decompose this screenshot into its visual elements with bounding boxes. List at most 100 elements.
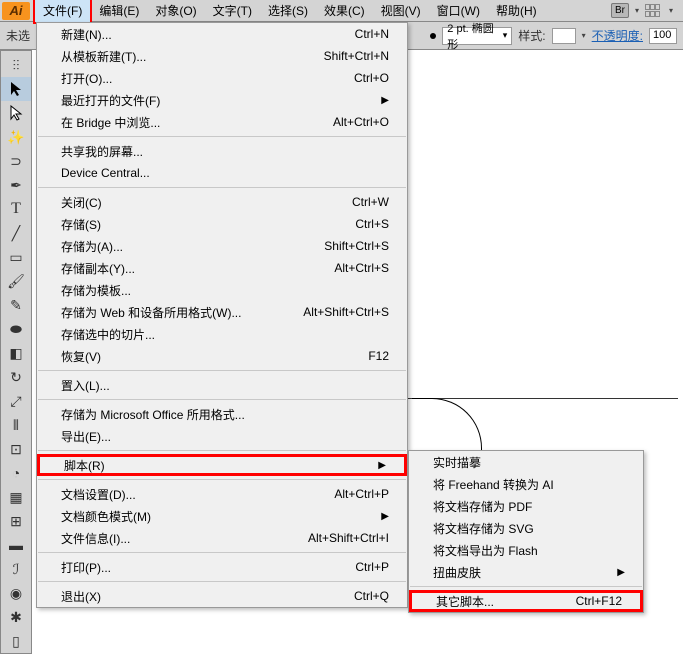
width-tool[interactable]: ⫴ [1,413,31,437]
canvas-artwork [412,398,482,458]
eraser-tool[interactable]: ◧ [1,341,31,365]
paintbrush-tool[interactable]: 🖌 [1,269,31,293]
file-menu-item-16[interactable]: 恢复(V)F12 [37,345,407,367]
rotate-tool[interactable]: ↻ [1,365,31,389]
menu-item-label: 打开(O)... [61,70,112,87]
bridge-arrow-icon: ▾ [635,6,639,15]
rectangle-tool[interactable]: ▭ [1,245,31,269]
toolbox-handle[interactable]: ⫶⫶ [1,53,31,77]
menu-item-label: 新建(N)... [61,26,112,43]
file-menu-item-1[interactable]: 从模板新建(T)... Shift+Ctrl+N [37,45,407,67]
pen-tool[interactable]: ✒ [1,173,31,197]
file-menu-item-23[interactable]: 脚本(R)▶ [37,454,407,476]
file-menu-item-3[interactable]: 最近打开的文件(F)▶ [37,89,407,111]
selection-tool[interactable] [1,77,31,101]
menu-item-label: 将文档导出为 Flash [433,542,538,559]
file-menu-item-13[interactable]: 存储为模板... [37,279,407,301]
menubar: Ai 文件(F) 编辑(E) 对象(O) 文字(T) 选择(S) 效果(C) 视… [0,0,683,22]
file-menu-item-14[interactable]: 存储为 Web 和设备所用格式(W)...Alt+Shift+Ctrl+S [37,301,407,323]
file-menu-item-27[interactable]: 文件信息(I)...Alt+Shift+Ctrl+I [37,527,407,549]
script-submenu-item-0[interactable]: 实时描摹 [409,451,643,473]
column-graph-tool[interactable]: ▯ [1,629,31,653]
menu-object[interactable]: 对象(O) [147,0,204,22]
file-menu-item-2[interactable]: 打开(O)...Ctrl+O [37,67,407,89]
menu-item-label: 关闭(C) [61,194,102,211]
menu-view[interactable]: 视图(V) [373,0,429,22]
free-transform-tool[interactable]: ⊡ [1,437,31,461]
file-menu-item-7[interactable]: Device Central... [37,162,407,184]
style-label: 样式: [518,27,545,44]
menu-item-shortcut: Alt+Ctrl+O [333,115,389,129]
menu-item-label: 实时描摹 [433,454,481,471]
scale-tool[interactable]: ⤢ [1,389,31,413]
menu-item-label: 从模板新建(T)... [61,48,146,65]
blend-tool[interactable]: ◉ [1,581,31,605]
menu-item-label: 最近打开的文件(F) [61,92,160,109]
menu-item-label: 存储为(A)... [61,238,123,255]
magic-wand-tool[interactable]: ✨ [1,125,31,149]
menu-file[interactable]: 文件(F) [34,0,91,23]
script-submenu-item-5[interactable]: 扭曲皮肤▶ [409,561,643,583]
menu-item-label: 将文档存储为 PDF [433,498,532,515]
menu-item-shortcut: Ctrl+N [355,27,389,41]
file-menu-item-20[interactable]: 存储为 Microsoft Office 所用格式... [37,403,407,425]
file-menu-dropdown: 新建(N)... Ctrl+N 从模板新建(T)... Shift+Ctrl+N 打开(… [36,22,408,608]
bridge-badge[interactable]: Br [611,3,629,18]
file-menu-item-11[interactable]: 存储为(A)...Shift+Ctrl+S [37,235,407,257]
menu-item-label: 在 Bridge 中浏览... [61,114,160,131]
file-menu-item-25[interactable]: 文档设置(D)...Alt+Ctrl+P [37,483,407,505]
menu-item-shortcut: Ctrl+Q [354,589,389,603]
menu-item-shortcut: Ctrl+P [355,560,389,574]
file-menu-item-12[interactable]: 存储副本(Y)...Alt+Ctrl+S [37,257,407,279]
pencil-tool[interactable]: ✎ [1,293,31,317]
shape-builder-tool[interactable]: ◔ [1,461,31,485]
menu-item-label: 其它脚本... [436,593,494,610]
blob-brush-tool[interactable]: ⬬ [1,317,31,341]
script-submenu-item-4[interactable]: 将文档导出为 Flash [409,539,643,561]
style-swatch[interactable] [552,28,576,44]
menu-item-label: Device Central... [61,166,150,180]
file-menu-item-21[interactable]: 导出(E)... [37,425,407,447]
type-tool[interactable]: T [1,197,31,221]
file-menu-item-9[interactable]: 关闭(C)Ctrl+W [37,191,407,213]
arrange-documents-icon[interactable] [645,4,663,18]
menu-item-label: 打印(P)... [61,559,111,576]
file-menu-item-31[interactable]: 退出(X)Ctrl+Q [37,585,407,607]
arrange-arrow-icon: ▾ [669,6,673,15]
file-menu-item-6[interactable]: 共享我的屏幕... [37,140,407,162]
perspective-grid-tool[interactable]: ▦ [1,485,31,509]
file-menu-item-0[interactable]: 新建(N)... Ctrl+N [37,23,407,45]
gradient-tool[interactable]: ▬ [1,533,31,557]
menu-item-shortcut: Shift+Ctrl+N [324,49,389,63]
opacity-input[interactable]: 100 [649,28,677,44]
eyedropper-tool[interactable]: ℐ [1,557,31,581]
script-submenu-item-1[interactable]: 将 Freehand 转换为 AI [409,473,643,495]
stroke-profile-select[interactable]: 2 pt. 椭圆形▾ [442,27,512,45]
menu-edit[interactable]: 编辑(E) [91,0,147,22]
ai-logo: Ai [2,2,30,20]
script-submenu-item-7[interactable]: 其它脚本...Ctrl+F12 [409,590,643,612]
direct-selection-tool[interactable] [1,101,31,125]
file-menu-item-29[interactable]: 打印(P)... Ctrl+P [37,556,407,578]
menu-select[interactable]: 选择(S) [260,0,316,22]
script-submenu-item-3[interactable]: 将文档存储为 SVG [409,517,643,539]
menu-item-label: 存储副本(Y)... [61,260,135,277]
script-submenu: 实时描摹将 Freehand 转换为 AI 将文档存储为 PDF 将文档存储为 SV… [408,450,644,613]
menu-item-label: 扭曲皮肤 [433,564,481,581]
file-menu-item-4[interactable]: 在 Bridge 中浏览... Alt+Ctrl+O [37,111,407,133]
file-menu-item-10[interactable]: 存储(S)Ctrl+S [37,213,407,235]
menu-type[interactable]: 文字(T) [205,0,260,22]
menu-item-shortcut: F12 [368,349,389,363]
mesh-tool[interactable]: ⊞ [1,509,31,533]
menu-item-label: 文档颜色模式(M) [61,508,151,525]
file-menu-item-15[interactable]: 存储选中的切片... [37,323,407,345]
script-submenu-item-2[interactable]: 将文档存储为 PDF [409,495,643,517]
file-menu-item-18[interactable]: 置入(L)... [37,374,407,396]
line-tool[interactable]: ╱ [1,221,31,245]
stroke-dot-icon [430,33,436,39]
menu-effect[interactable]: 效果(C) [316,0,373,22]
file-menu-item-26[interactable]: 文档颜色模式(M)▶ [37,505,407,527]
lasso-tool[interactable]: ⊃ [1,149,31,173]
opacity-label[interactable]: 不透明度: [592,27,643,44]
symbol-sprayer-tool[interactable]: ✱ [1,605,31,629]
